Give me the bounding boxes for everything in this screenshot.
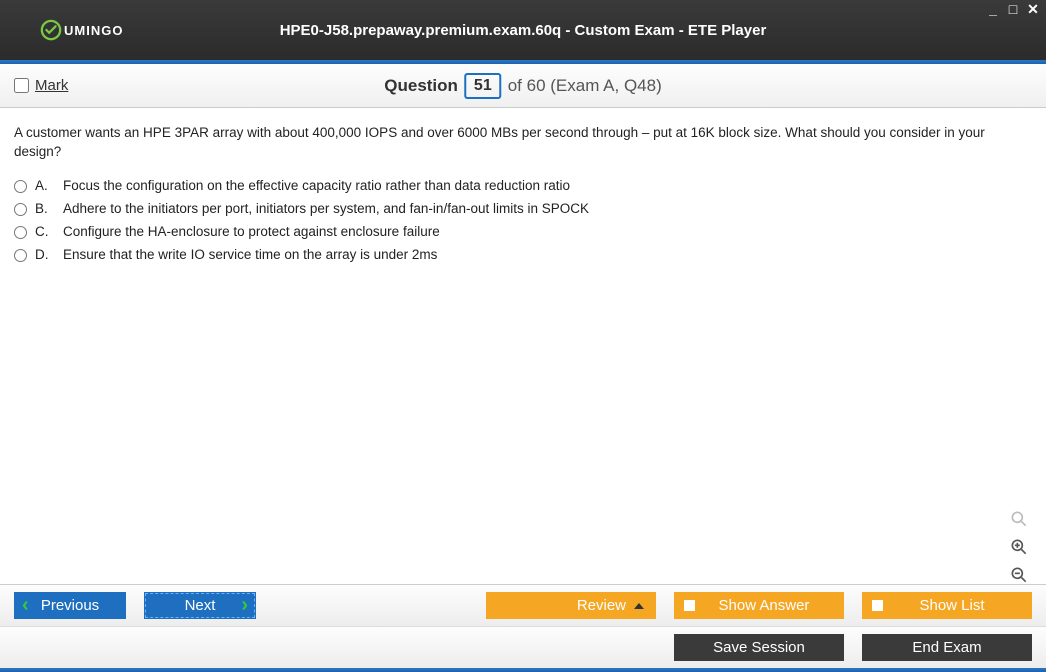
choice-text: Configure the HA-enclosure to protect ag… [63, 224, 440, 239]
end-exam-button[interactable]: End Exam [862, 634, 1032, 661]
choice-text: Focus the configuration on the effective… [63, 178, 570, 193]
window-title: HPE0-J58.prepaway.premium.exam.60q - Cus… [280, 22, 767, 39]
bottom-accent-bar [0, 668, 1046, 672]
button-row-2: Save Session End Exam [0, 626, 1046, 668]
choice-b[interactable]: B. Adhere to the initiators per port, in… [14, 201, 1032, 216]
zoom-out-icon[interactable] [1008, 564, 1030, 586]
choice-c[interactable]: C. Configure the HA-enclosure to protect… [14, 224, 1032, 239]
button-row-1: Previous Next Review Show Answer Show Li… [0, 584, 1046, 626]
logo-text: UMINGO [64, 23, 123, 38]
question-indicator: Question 51 of 60 (Exam A, Q48) [384, 73, 661, 99]
choice-b-radio[interactable] [14, 203, 27, 216]
question-number: 51 [464, 73, 502, 99]
checkbox-icon [684, 600, 695, 611]
choice-d-radio[interactable] [14, 249, 27, 262]
titlebar: UMINGO HPE0-J58.prepaway.premium.exam.60… [0, 0, 1046, 60]
question-text: A customer wants an HPE 3PAR array with … [14, 124, 1032, 162]
checkbox-icon [872, 600, 883, 611]
choice-letter: B. [35, 201, 55, 216]
choice-a-radio[interactable] [14, 180, 27, 193]
show-list-button[interactable]: Show List [862, 592, 1032, 619]
logo-check-icon [40, 19, 62, 41]
question-of-text: of 60 (Exam A, Q48) [508, 76, 662, 96]
zoom-controls [1008, 508, 1030, 586]
choice-a[interactable]: A. Focus the configuration on the effect… [14, 178, 1032, 193]
choice-d[interactable]: D. Ensure that the write IO service time… [14, 247, 1032, 262]
question-header: Mark Question 51 of 60 (Exam A, Q48) [0, 64, 1046, 108]
previous-button[interactable]: Previous [14, 592, 126, 619]
zoom-in-icon[interactable] [1008, 536, 1030, 558]
close-icon[interactable]: ✕ [1026, 2, 1040, 16]
review-button[interactable]: Review [486, 592, 656, 619]
choices-list: A. Focus the configuration on the effect… [14, 178, 1032, 262]
content-area: A customer wants an HPE 3PAR array with … [0, 108, 1046, 598]
choice-text: Adhere to the initiators per port, initi… [63, 201, 589, 216]
choice-c-radio[interactable] [14, 226, 27, 239]
save-session-button[interactable]: Save Session [674, 634, 844, 661]
show-answer-button[interactable]: Show Answer [674, 592, 844, 619]
app-logo: UMINGO [40, 19, 123, 41]
mark-label: Mark [35, 77, 68, 94]
next-button[interactable]: Next [144, 592, 256, 619]
question-label: Question [384, 76, 458, 96]
choice-letter: C. [35, 224, 55, 239]
mark-checkbox-wrap[interactable]: Mark [14, 77, 68, 94]
maximize-icon[interactable]: □ [1006, 2, 1020, 16]
choice-letter: A. [35, 178, 55, 193]
choice-letter: D. [35, 247, 55, 262]
window-controls: _ □ ✕ [986, 2, 1040, 16]
minimize-icon[interactable]: _ [986, 2, 1000, 16]
mark-checkbox[interactable] [14, 78, 29, 93]
search-icon[interactable] [1008, 508, 1030, 530]
choice-text: Ensure that the write IO service time on… [63, 247, 437, 262]
footer: Previous Next Review Show Answer Show Li… [0, 584, 1046, 672]
